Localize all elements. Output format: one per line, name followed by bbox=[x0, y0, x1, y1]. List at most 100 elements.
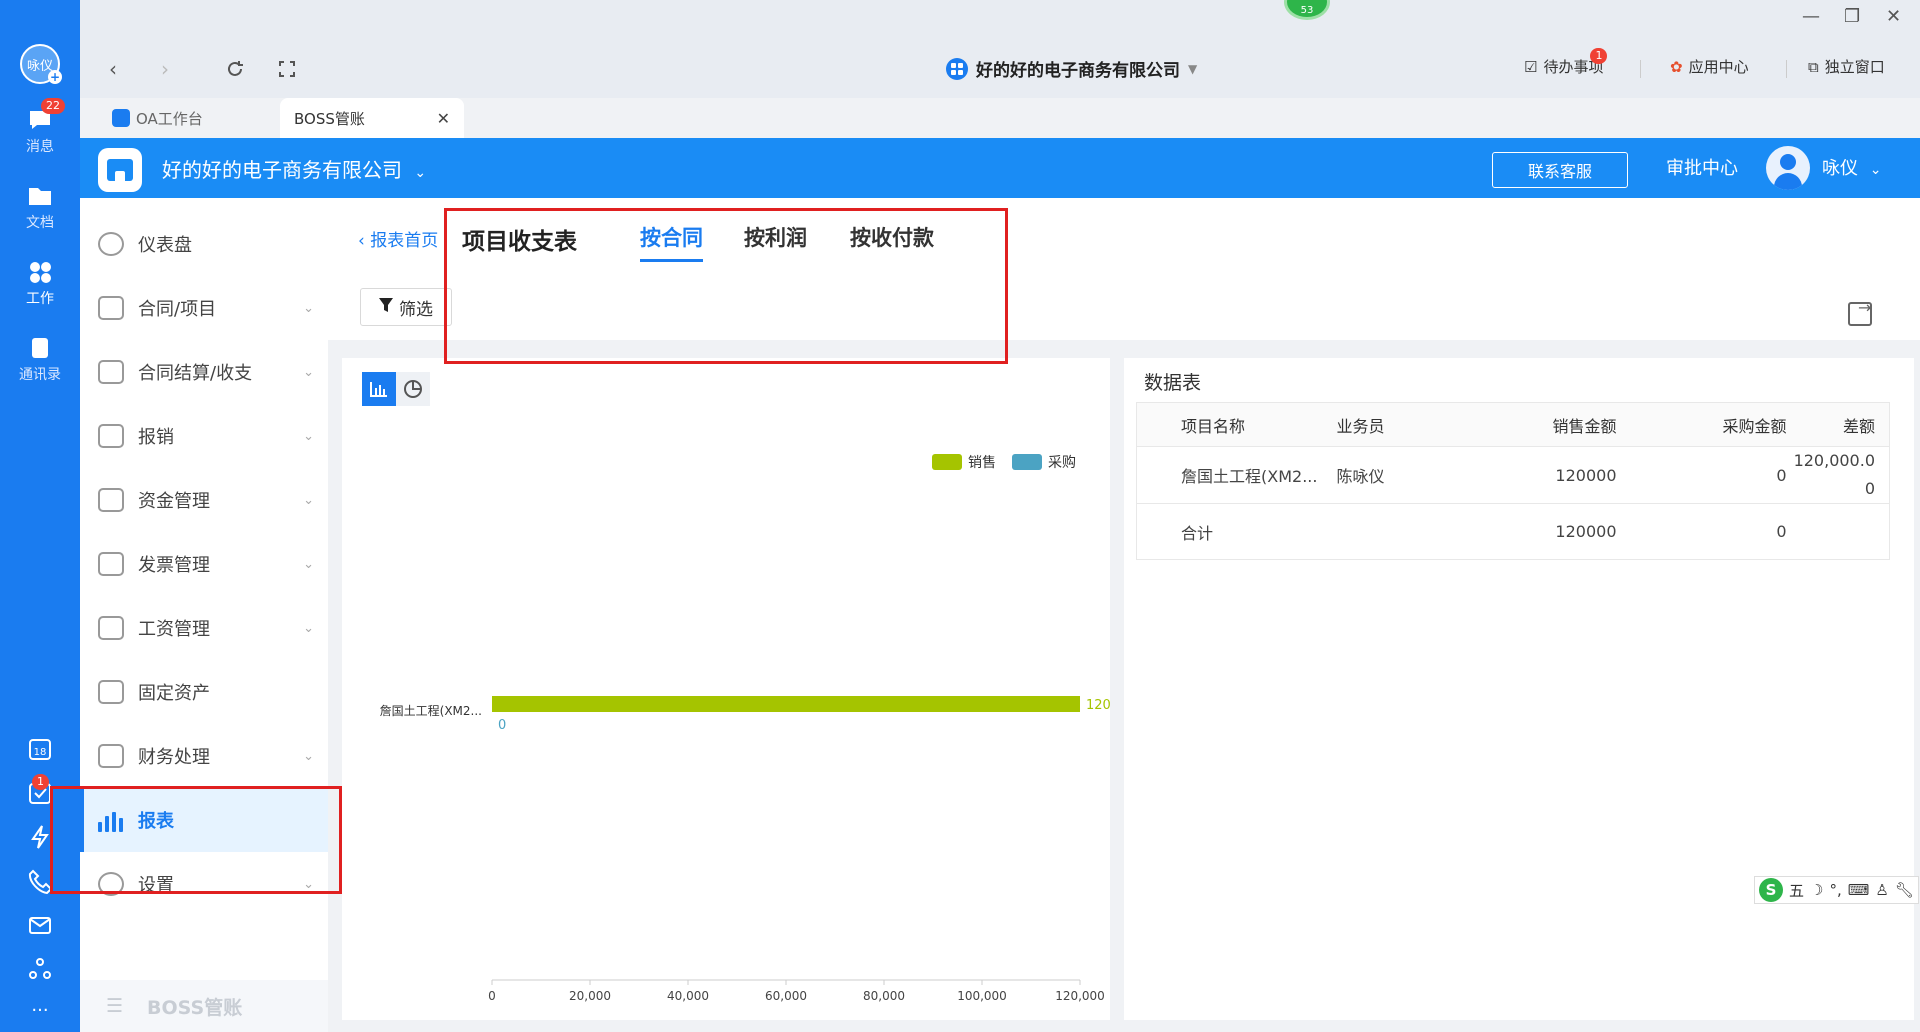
forward-arrow-icon[interactable]: › bbox=[152, 56, 178, 82]
payroll-icon bbox=[98, 616, 124, 640]
company-switcher[interactable]: 好的好的电子商务有限公司 ▼ bbox=[946, 56, 1197, 81]
ime-toolbar[interactable]: S 五 ☽ °, ⌨ ♙ 🔧︎ bbox=[1754, 876, 1919, 904]
chevron-down-icon: ⌄ bbox=[414, 165, 427, 181]
sidebar-item-contracts[interactable]: 合同/项目 ⌄ bbox=[80, 276, 328, 340]
oa-icon bbox=[112, 109, 130, 127]
company-dropdown[interactable]: 好的好的电子商务有限公司 ⌄ bbox=[162, 154, 426, 183]
approval-center-link[interactable]: 审批中心 bbox=[1628, 154, 1738, 180]
data-table: 项目名称 业务员 销售金额 采购金额 差额 詹国土工程(XM2... 陈咏仪 1… bbox=[1136, 402, 1890, 560]
sidebar-item-funds[interactable]: 资金管理 ⌄ bbox=[80, 468, 328, 532]
user-avatar-rail[interactable]: 咏仪 + bbox=[20, 44, 62, 84]
collapse-icon: ☰ bbox=[106, 995, 124, 1017]
ime-logo-icon: S bbox=[1759, 878, 1783, 902]
y-category-label: 詹国土工程(XM2... bbox=[380, 703, 482, 718]
rail-label: 通讯录 bbox=[19, 367, 61, 383]
table-cell bbox=[1336, 503, 1477, 560]
company-name: 好的好的电子商务有限公司 bbox=[976, 61, 1180, 81]
x-tick-label: 40,000 bbox=[667, 989, 709, 1003]
col-header[interactable]: 项目名称 bbox=[1136, 402, 1337, 447]
table-cell: 120000 bbox=[1476, 446, 1617, 504]
back-to-reports-link[interactable]: ‹ 报表首页 bbox=[358, 226, 438, 251]
user-name: 咏仪 bbox=[1822, 158, 1858, 179]
tab-boss[interactable]: BOSS管账 ✕ bbox=[280, 98, 464, 138]
funds-icon bbox=[98, 488, 124, 512]
sidebar-item-finance[interactable]: 财务处理 ⌄ bbox=[80, 724, 328, 788]
punct-icon: °, bbox=[1829, 881, 1842, 899]
mail-icon[interactable] bbox=[27, 912, 53, 938]
asset-icon bbox=[98, 680, 124, 704]
app-center-label: 应用中心 bbox=[1688, 58, 1749, 76]
back-arrow-icon[interactable]: ‹ bbox=[100, 56, 126, 82]
rail-item-contacts[interactable]: 通讯录 bbox=[0, 336, 80, 384]
sidebar-footer[interactable]: ☰ BOSS管账 bbox=[80, 980, 328, 1032]
col-header[interactable]: 采购金额 bbox=[1616, 402, 1787, 447]
add-icon: + bbox=[48, 70, 62, 84]
filter-label: 筛选 bbox=[399, 299, 433, 320]
sidebar-item-assets[interactable]: 固定资产 bbox=[80, 660, 328, 724]
user-menu[interactable]: 咏仪 ⌄ bbox=[1822, 154, 1881, 180]
task-badge: 1 bbox=[32, 774, 49, 790]
sidebar-item-payroll[interactable]: 工资管理 ⌄ bbox=[80, 596, 328, 660]
refresh-icon[interactable] bbox=[222, 56, 248, 82]
menu-label: 合同/项目 bbox=[138, 299, 217, 320]
highlight-box-tabs bbox=[444, 208, 1008, 364]
export-icon[interactable] bbox=[1848, 298, 1872, 326]
project-name-link[interactable]: 詹国土工程(XM2... bbox=[1136, 446, 1337, 504]
sidebar-item-dashboard[interactable]: 仪表盘 bbox=[80, 212, 328, 276]
table-total-row: 合计 120000 0 bbox=[1136, 503, 1890, 560]
contact-support-button[interactable]: 联系客服 bbox=[1492, 152, 1628, 188]
table-title: 数据表 bbox=[1144, 372, 1202, 394]
rail-item-docs[interactable]: 文档 bbox=[0, 184, 80, 232]
table-row[interactable]: 詹国土工程(XM2... 陈咏仪 120000 0 120,000.0 0 bbox=[1136, 446, 1890, 504]
menu-label: 工资管理 bbox=[138, 619, 210, 640]
menu-label: 合同结算/收支 bbox=[138, 363, 253, 384]
sidebar: 仪表盘 合同/项目 ⌄ 合同结算/收支 ⌄ 报销 ⌄ 资金管理 ⌄ 发票管理 ⌄… bbox=[80, 198, 328, 1032]
divider bbox=[1640, 60, 1641, 78]
close-icon[interactable]: ✕ bbox=[437, 109, 450, 128]
filter-button[interactable]: 筛选 bbox=[360, 288, 452, 326]
calendar-icon[interactable]: 18 bbox=[27, 736, 53, 762]
sidebar-item-invoices[interactable]: 发票管理 ⌄ bbox=[80, 532, 328, 596]
todo-badge: 1 bbox=[1590, 48, 1608, 64]
footer-label: BOSS管账 bbox=[147, 996, 243, 1019]
restore-icon[interactable]: ❐ bbox=[1844, 6, 1860, 27]
rail-item-work[interactable]: 工作 bbox=[0, 260, 80, 308]
col-header[interactable]: 业务员 bbox=[1336, 402, 1477, 447]
more-icon[interactable]: ··· bbox=[27, 1000, 53, 1026]
todo-button[interactable]: ☑ 待办事项 1 bbox=[1524, 48, 1608, 77]
app-center-button[interactable]: ✿ 应用中心 bbox=[1670, 56, 1749, 77]
bar-0 bbox=[492, 696, 1080, 712]
caret-down-icon: ▼ bbox=[1188, 61, 1198, 76]
x-tick-label: 0 bbox=[488, 989, 496, 1003]
sidebar-item-reimburse[interactable]: 报销 ⌄ bbox=[80, 404, 328, 468]
standalone-window-button[interactable]: ⧉ 独立窗口 bbox=[1808, 56, 1885, 77]
fullscreen-icon[interactable] bbox=[274, 56, 300, 82]
bar-chart: 0 20,000 40,000 60,000 80,000 100,000 120,000 詹… bbox=[380, 696, 1110, 1003]
folder-icon bbox=[27, 184, 53, 208]
minimize-icon[interactable]: — bbox=[1802, 6, 1820, 27]
col-header[interactable]: 差额 bbox=[1786, 402, 1890, 447]
store-logo-icon bbox=[98, 148, 142, 192]
green-badge[interactable]: 53 bbox=[1284, 0, 1330, 20]
data-label: 120 bbox=[1086, 698, 1110, 713]
x-tick-label: 60,000 bbox=[765, 989, 807, 1003]
col-header[interactable]: 销售金额 bbox=[1476, 402, 1617, 447]
table-cell: 合计 bbox=[1136, 503, 1337, 560]
table-cell: 0 bbox=[1616, 503, 1787, 560]
chart-panel: 销售 采购 0 20,000 40,000 60,000 80,000 100,000 12… bbox=[342, 358, 1110, 1020]
back-label: 报表首页 bbox=[370, 231, 439, 251]
user-avatar[interactable] bbox=[1766, 146, 1810, 190]
share-icon[interactable] bbox=[27, 956, 53, 982]
x-tick-label: 80,000 bbox=[863, 989, 905, 1003]
table-cell: 0 bbox=[1616, 446, 1787, 504]
x-tick-label: 100,000 bbox=[957, 989, 1007, 1003]
invoice-icon bbox=[98, 552, 124, 576]
grid-icon bbox=[27, 260, 53, 284]
tab-oa-workbench[interactable]: OA工作台 bbox=[98, 98, 278, 138]
chevron-down-icon: ⌄ bbox=[303, 620, 314, 636]
sidebar-item-settlement[interactable]: 合同结算/收支 ⌄ bbox=[80, 340, 328, 404]
close-window-icon[interactable]: ✕ bbox=[1886, 6, 1901, 27]
menu-label: 发票管理 bbox=[138, 555, 210, 576]
rail-item-messages[interactable]: 22 消息 bbox=[0, 98, 80, 156]
chevron-down-icon: ⌄ bbox=[303, 300, 314, 316]
